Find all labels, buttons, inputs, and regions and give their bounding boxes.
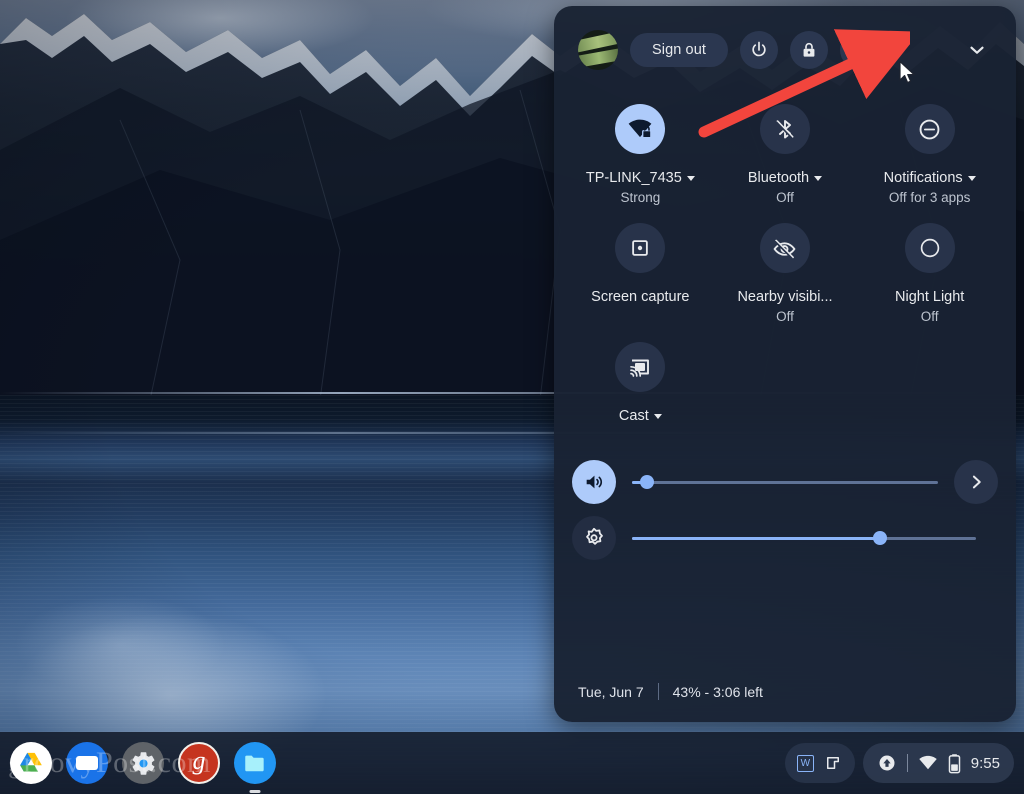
tile-bluetooth[interactable]: Bluetooth Off (713, 92, 858, 205)
tile-bluetooth-label: Bluetooth (747, 170, 810, 186)
eye-off-icon (773, 239, 796, 259)
brightness-slider-row (572, 510, 998, 566)
tile-notifications-sublabel: Off for 3 apps (888, 190, 971, 205)
tile-cast-label-row: Cast (619, 406, 662, 426)
tile-cast-icon-bg (615, 342, 666, 392)
sign-out-button[interactable]: Sign out (630, 33, 729, 67)
chevron-right-icon (972, 475, 981, 489)
settings-button[interactable] (840, 31, 879, 69)
tile-night-light[interactable]: Night Light Off (857, 211, 1002, 324)
cast-icon (630, 359, 650, 377)
window-preview-button[interactable]: W (784, 743, 855, 783)
slider-section (554, 426, 1016, 566)
status-divider (906, 754, 908, 772)
tile-notifications-label-row: Notifications (884, 168, 976, 188)
tile-nearby-visibility-label-row: Nearby visibi... (737, 287, 832, 307)
brightness-track-fill (632, 537, 880, 540)
gear-icon (850, 41, 868, 59)
folder-icon (245, 755, 264, 772)
chevron-down-icon[interactable] (653, 413, 662, 419)
tile-night-light-label-row: Night Light (895, 287, 964, 307)
shelf-item-groovypost[interactable]: g (178, 742, 220, 784)
volume-track-bg (632, 481, 938, 484)
tile-notifications[interactable]: Notifications Off for 3 apps (857, 92, 1002, 205)
battery-icon (948, 753, 961, 773)
footer-divider (657, 683, 659, 700)
avatar[interactable] (578, 30, 618, 70)
tile-cast-label: Cast (618, 408, 649, 424)
feature-tile-grid: TP-LINK_7435 Strong Bluetooth Off Notifi… (554, 70, 1016, 426)
power-button[interactable] (740, 31, 779, 69)
tile-network[interactable]: TP-LINK_7435 Strong (568, 92, 713, 205)
tile-network-icon-bg (615, 104, 666, 154)
tile-bluetooth-label-row: Bluetooth (747, 168, 823, 188)
tile-network-label-row: TP-LINK_7435 (586, 168, 695, 188)
brightness-icon (586, 527, 603, 545)
tile-night-light-icon-bg (904, 223, 955, 273)
chevron-down-icon[interactable] (686, 175, 695, 181)
tray-footer: Tue, Jun 7 43% - 3:06 left (578, 683, 763, 700)
shelf-item-app-blue[interactable] (66, 742, 108, 784)
tile-screen-capture-label: Screen capture (591, 289, 690, 305)
window-restore-icon (826, 757, 839, 769)
audio-settings-button[interactable] (954, 460, 998, 504)
active-app-indicator (249, 790, 261, 793)
collapse-button[interactable] (960, 33, 994, 67)
shelf-item-files[interactable] (234, 742, 276, 793)
date-label[interactable]: Tue, Jun 7 (578, 684, 644, 700)
chevron-down-icon (970, 46, 984, 54)
tile-nearby-visibility-icon-bg (759, 223, 810, 273)
tile-nearby-visibility-sublabel: Off (776, 309, 794, 324)
chromeos-desktop: Sign out TP-LINK_7435 Strong Bluetooth O… (0, 0, 1024, 794)
volume-slider-row (572, 454, 998, 510)
tile-night-light-sublabel: Off (920, 309, 939, 324)
wifi-locked-icon (628, 119, 652, 139)
lock-icon (803, 42, 815, 57)
tile-bluetooth-sublabel: Off (776, 190, 794, 205)
screen-capture-icon (632, 240, 649, 256)
volume-button[interactable] (572, 460, 616, 504)
shelf-item-google-drive[interactable] (10, 742, 52, 784)
tile-notifications-label: Notifications (883, 170, 963, 186)
tile-notifications-icon-bg (904, 104, 955, 154)
bluetooth-off-icon (775, 120, 794, 139)
tile-network-label: TP-LINK_7435 (585, 170, 682, 186)
tile-night-light-label: Night Light (895, 289, 965, 305)
tile-nearby-visibility[interactable]: Nearby visibi... Off (713, 211, 858, 324)
status-area: W 9:55 (784, 743, 1014, 783)
tile-network-sublabel: Strong (620, 190, 661, 205)
tile-cast[interactable]: Cast (568, 330, 713, 426)
chevron-down-icon[interactable] (967, 175, 976, 181)
shelf: g groovyPost.com W 9:55 (0, 732, 1024, 794)
tile-screen-capture-icon-bg (615, 223, 666, 273)
status-tray-button[interactable]: 9:55 (862, 743, 1014, 783)
gear-icon (132, 751, 154, 775)
battery-label[interactable]: 43% - 3:06 left (673, 684, 763, 700)
quick-settings-header: Sign out (554, 6, 1016, 70)
power-icon (752, 41, 766, 57)
google-drive-icon (20, 752, 42, 772)
brightness-slider-knob[interactable] (872, 531, 887, 545)
tile-bluetooth-icon-bg (759, 104, 810, 154)
brightness-slider-track[interactable] (632, 528, 976, 548)
word-icon: W (796, 754, 814, 772)
quick-settings-panel: Sign out TP-LINK_7435 Strong Bluetooth O… (554, 6, 1016, 722)
update-available-icon (879, 755, 895, 771)
wifi-icon (919, 755, 937, 770)
clock[interactable]: 9:55 (971, 755, 1000, 772)
shelf-app-list: g (10, 732, 276, 794)
tile-nearby-visibility-label: Nearby visibi... (737, 289, 833, 305)
chevron-down-icon[interactable] (814, 175, 823, 181)
night-light-icon (920, 238, 939, 258)
lock-button[interactable] (790, 31, 829, 69)
do-not-disturb-icon (919, 119, 940, 139)
volume-icon (586, 475, 602, 489)
volume-slider-track[interactable] (632, 472, 938, 492)
tile-screen-capture[interactable]: Screen capture (568, 211, 713, 324)
brightness-button[interactable] (572, 516, 616, 560)
shelf-item-settings[interactable] (122, 742, 164, 784)
volume-slider-knob[interactable] (640, 475, 655, 489)
